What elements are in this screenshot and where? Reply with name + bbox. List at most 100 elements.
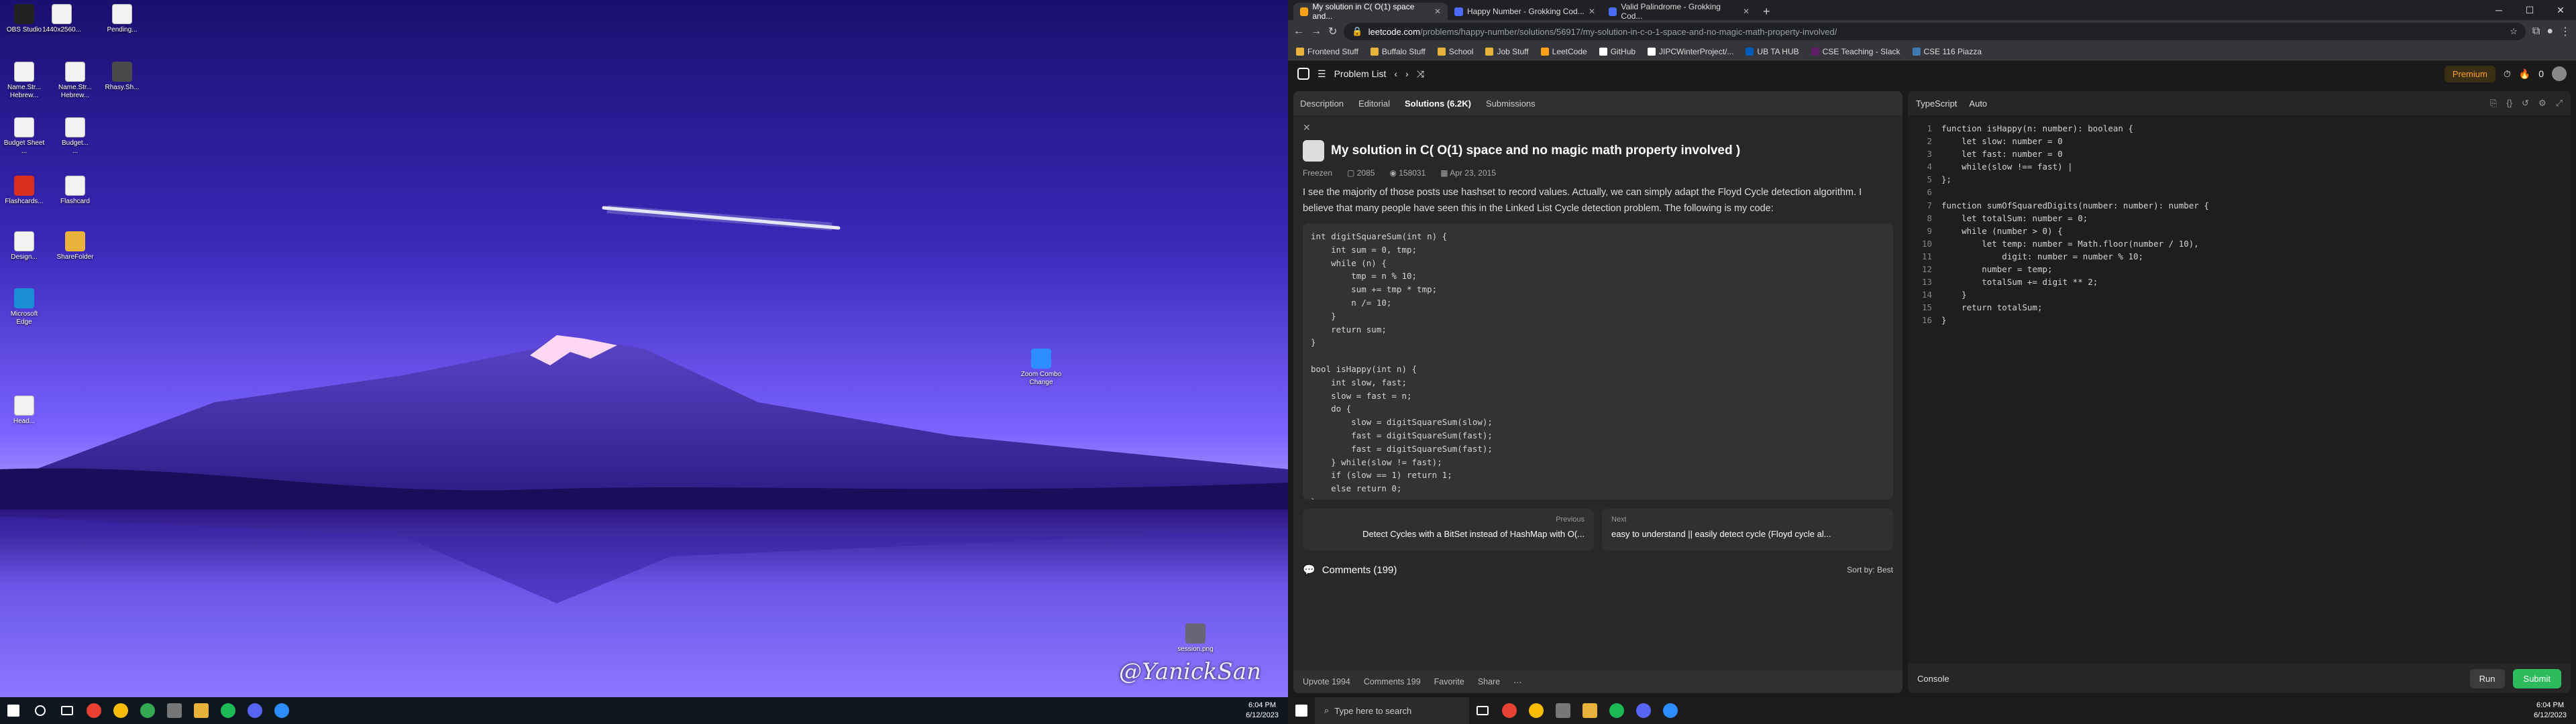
tab-solutions[interactable]: Solutions (6.2K) [1405, 99, 1471, 109]
windows-start-icon[interactable] [1288, 697, 1315, 724]
task-view-icon[interactable] [1469, 697, 1496, 724]
bookmark-icon[interactable]: ⎘ [2490, 98, 2497, 109]
next-solution-card[interactable]: Next easy to understand || easily detect… [1602, 509, 1893, 550]
minimize-icon[interactable]: ─ [2483, 0, 2514, 20]
desktop-icon[interactable]: Rhasy.Sh... [101, 62, 144, 92]
tab-submissions[interactable]: Submissions [1486, 99, 1536, 109]
tab-editorial[interactable]: Editorial [1358, 99, 1390, 109]
address-bar[interactable]: 🔒 leetcode.com/problems/happy-number/sol… [1344, 23, 2526, 40]
comments-button[interactable]: Comments 199 [1364, 677, 1421, 686]
clock[interactable]: 6:04 PM 6/12/2023 [1246, 701, 1279, 721]
app-icon[interactable] [1657, 697, 1684, 724]
maximize-icon[interactable]: ☐ [2514, 0, 2545, 20]
console-toggle[interactable]: Console [1917, 674, 1949, 684]
author-avatar[interactable] [1303, 140, 1324, 162]
tab-description[interactable]: Description [1300, 99, 1344, 109]
file-manager-icon[interactable] [161, 697, 188, 724]
folder-icon[interactable] [188, 697, 215, 724]
chrome-profile-taskbar-icon[interactable] [107, 697, 134, 724]
bookmark-item[interactable]: LeetCode [1540, 47, 1587, 56]
browser-tab-3[interactable]: Valid Palindrome - Grokking Cod... ✕ [1602, 2, 1756, 21]
bookmark-item[interactable]: UB TA HUB [1746, 47, 1799, 56]
autocomplete-mode[interactable]: Auto [1969, 99, 1987, 109]
desktop-icon[interactable]: Budget Sheet ... [3, 117, 46, 156]
more-icon[interactable]: ⋯ [1513, 677, 1522, 687]
problem-list-icon[interactable]: ☰ [1318, 68, 1326, 80]
previous-solution-card[interactable]: Previous Detect Cycles with a BitSet ins… [1303, 509, 1594, 550]
chrome-alt-taskbar-icon[interactable] [134, 697, 161, 724]
close-icon[interactable]: ✕ [1434, 7, 1441, 16]
menu-icon[interactable]: ⋮ [2560, 25, 2571, 38]
next-problem-icon[interactable]: › [1405, 68, 1409, 79]
prev-problem-icon[interactable]: ‹ [1394, 68, 1397, 79]
bookmark-item[interactable]: Buffalo Stuff [1370, 47, 1426, 56]
bookmark-item[interactable]: JIPCWinterProject/... [1648, 47, 1733, 56]
desktop-icon[interactable]: 1440x2560... [40, 4, 83, 34]
star-icon[interactable]: ☆ [2510, 26, 2518, 37]
leetcode-logo-icon[interactable] [1297, 68, 1309, 80]
back-icon[interactable]: ← [1293, 25, 1304, 38]
task-view-icon[interactable] [54, 697, 80, 724]
clock[interactable]: 6:04 PM 6/12/2023 [2534, 701, 2567, 721]
forward-icon[interactable]: → [1311, 25, 1322, 38]
bookmark-item[interactable]: GitHub [1599, 47, 1635, 56]
close-icon[interactable]: ✕ [1303, 122, 1893, 133]
reload-icon[interactable]: ↻ [1328, 25, 1337, 38]
desktop-icon[interactable]: OBS Studio [3, 4, 46, 34]
file-manager-icon[interactable] [1550, 697, 1576, 724]
editor-code[interactable]: function isHappy(n: number): boolean { l… [1941, 122, 2209, 327]
upvote-button[interactable]: Upvote 1994 [1303, 677, 1350, 686]
favorite-button[interactable]: Favorite [1434, 677, 1464, 686]
bookmark-item[interactable]: School [1437, 47, 1473, 56]
language-select[interactable]: TypeScript [1916, 99, 1957, 109]
browser-tab-2[interactable]: Happy Number - Grokking Cod... ✕ [1448, 3, 1602, 20]
desktop-icon[interactable]: Microsoft Edge [3, 288, 46, 326]
desktop-icon[interactable]: Flashcards... [3, 176, 46, 206]
close-window-icon[interactable]: ✕ [2545, 0, 2576, 20]
chrome-taskbar-icon[interactable] [1496, 697, 1523, 724]
shuffle-icon[interactable]: ⤨ [1417, 68, 1424, 80]
premium-button[interactable]: Premium [2444, 65, 2496, 82]
run-button[interactable]: Run [2469, 668, 2505, 688]
timer-icon[interactable]: ⏱ [2504, 68, 2511, 80]
share-button[interactable]: Share [1478, 677, 1500, 686]
search-icon[interactable] [27, 697, 54, 724]
bookmark-item[interactable]: Frontend Stuff [1296, 47, 1358, 56]
app-icon[interactable] [268, 697, 295, 724]
settings-icon[interactable]: ⚙ [2538, 98, 2546, 109]
avatar[interactable] [2552, 66, 2567, 81]
fullscreen-icon[interactable]: ⤢ [2556, 98, 2563, 109]
bookmark-item[interactable]: CSE Teaching - Slack [1811, 47, 1900, 56]
desktop-icon[interactable]: session.png [1174, 623, 1217, 654]
desktop-icon[interactable]: Flashcard [54, 176, 97, 206]
windows-start-icon[interactable] [0, 697, 27, 724]
chrome-taskbar-icon[interactable] [80, 697, 107, 724]
desktop-icon[interactable]: Head... [3, 396, 46, 426]
desktop-icon[interactable]: Pending... [101, 4, 144, 34]
bookmark-item[interactable]: Job Stuff [1485, 47, 1529, 56]
reset-icon[interactable]: ↺ [2522, 98, 2529, 109]
desktop-icon[interactable]: Design... [3, 231, 46, 261]
profile-icon[interactable]: ● [2546, 25, 2553, 38]
streak-icon[interactable]: 🔥 [2519, 68, 2530, 80]
submit-button[interactable]: Submit [2512, 668, 2561, 688]
discord-icon[interactable] [1630, 697, 1657, 724]
browser-tab-1[interactable]: My solution in C( O(1) space and... ✕ [1293, 2, 1448, 21]
problem-list-link[interactable]: Problem List [1334, 68, 1387, 79]
extensions-icon[interactable]: ⧉ [2532, 25, 2540, 38]
desktop-icon[interactable]: Budget... ... [54, 117, 97, 156]
taskbar-search[interactable]: ⌕ Type here to search [1315, 697, 1469, 724]
code-editor[interactable]: 1 2 3 4 5 6 7 8 9 10 11 12 13 14 15 16 function isHappy… [1908, 115, 2571, 327]
desktop-icon[interactable]: ShareFolder [54, 231, 97, 261]
discord-icon[interactable] [241, 697, 268, 724]
new-tab-button[interactable]: + [1756, 3, 1777, 20]
spotify-icon[interactable] [215, 697, 241, 724]
braces-icon[interactable]: {} [2506, 98, 2512, 109]
sort-dropdown[interactable]: Sort by: Best [1847, 565, 1893, 575]
bookmark-item[interactable]: CSE 116 Piazza [1912, 47, 1982, 56]
folder-icon[interactable] [1576, 697, 1603, 724]
chrome-profile-taskbar-icon[interactable] [1523, 697, 1550, 724]
spotify-icon[interactable] [1603, 697, 1630, 724]
close-icon[interactable]: ✕ [1589, 7, 1595, 16]
author-name[interactable]: Freezen [1303, 168, 1332, 178]
